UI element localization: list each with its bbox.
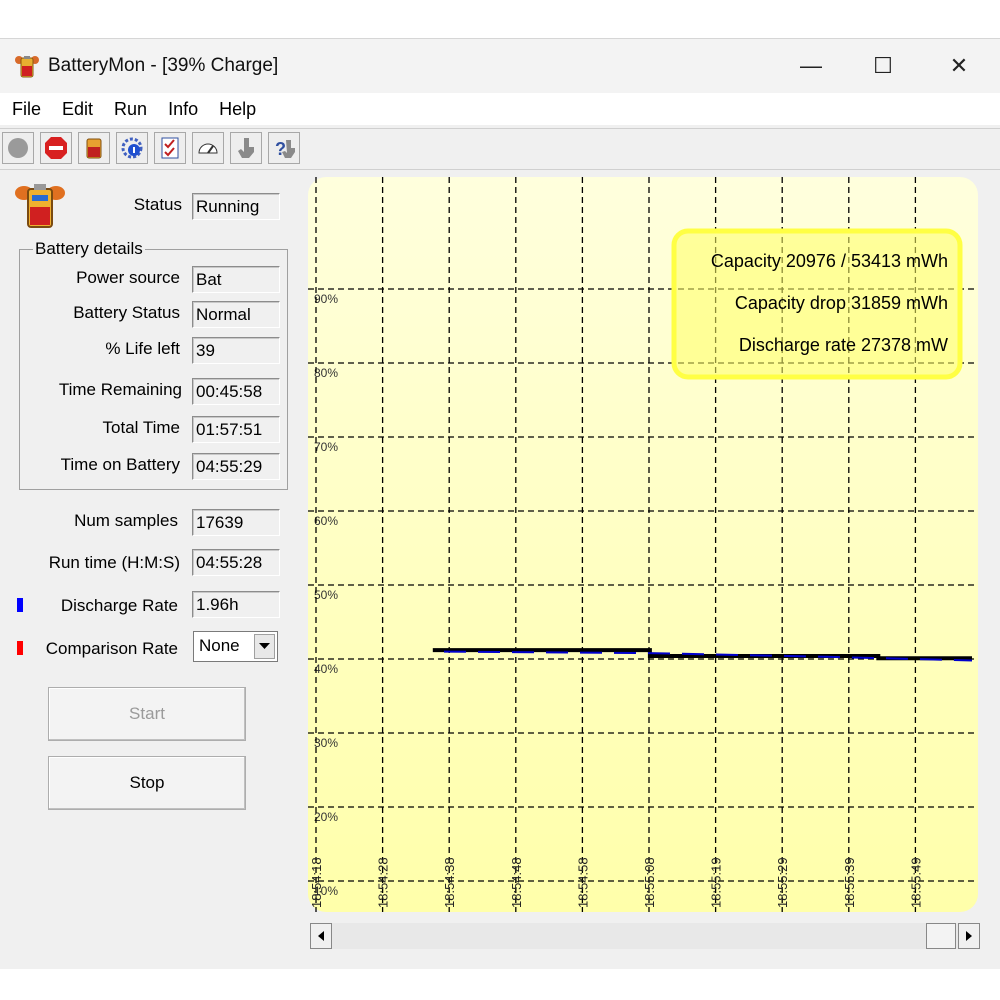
x-tick-label: 18:55:49 xyxy=(908,857,923,908)
discharge-rate-label: Discharge Rate xyxy=(60,596,178,615)
scroll-thumb[interactable] xyxy=(926,923,956,949)
dropdown-arrow-button[interactable] xyxy=(254,634,275,659)
x-tick-label: 18:54:58 xyxy=(575,857,590,908)
life-left-label: % Life left xyxy=(105,339,180,358)
x-tick-label: 18:55:39 xyxy=(842,857,857,908)
x-tick-label: 18:54:28 xyxy=(376,857,391,908)
window-title: BatteryMon - [39% Charge] xyxy=(48,55,279,76)
x-tick-label: 18:55:19 xyxy=(709,857,724,908)
toolbar: ? xyxy=(0,128,1000,170)
life-left-field: 39 xyxy=(192,337,280,364)
y-tick-label: 70% xyxy=(314,440,338,454)
status-field: Running xyxy=(192,193,280,220)
stop-toolbar-button[interactable] xyxy=(40,132,72,164)
stop-button[interactable]: Stop xyxy=(48,756,246,810)
comparison-rate-select[interactable]: None xyxy=(193,631,278,662)
stop-icon xyxy=(45,137,67,159)
arrow-right-icon xyxy=(966,931,972,941)
battery-mascot-icon xyxy=(15,184,65,228)
y-tick-label: 80% xyxy=(314,366,338,380)
x-tick-label: 18:54:48 xyxy=(509,857,524,908)
status-label: Status xyxy=(133,195,182,214)
comparison-rate-label: Comparison Rate xyxy=(45,639,178,658)
y-tick-label: 30% xyxy=(314,736,338,750)
power-source-field: Bat xyxy=(192,266,280,293)
battery-icon xyxy=(86,138,102,159)
x-tick-label: 18:54:18 xyxy=(309,857,324,908)
checklist-icon xyxy=(161,137,179,159)
app-window: BatteryMon - [39% Charge] — ☐ ✕ File Edi… xyxy=(0,38,1000,969)
maximize-button[interactable]: ☐ xyxy=(848,39,918,93)
menu-help[interactable]: Help xyxy=(207,99,265,120)
arrow-left-icon xyxy=(318,931,324,941)
info-box-line: Discharge rate 27378 mW xyxy=(739,335,948,355)
close-button[interactable]: ✕ xyxy=(924,39,994,93)
minimize-button[interactable]: — xyxy=(776,39,846,93)
title-bar[interactable]: BatteryMon - [39% Charge] — ☐ ✕ xyxy=(0,39,1000,93)
time-remaining-label: Time Remaining xyxy=(58,380,182,399)
start-button[interactable]: Start xyxy=(48,687,246,741)
gauge-toolbar-button[interactable] xyxy=(192,132,224,164)
battery-toolbar-button[interactable] xyxy=(78,132,110,164)
info-box-line: Capacity drop 31859 mWh xyxy=(735,293,948,313)
y-tick-label: 50% xyxy=(314,588,338,602)
power-source-label: Power source xyxy=(76,268,180,287)
help-toolbar-button[interactable]: ? xyxy=(268,132,300,164)
menu-run[interactable]: Run xyxy=(102,99,156,120)
pointer-toolbar-button[interactable] xyxy=(230,132,262,164)
total-time-label: Total Time xyxy=(102,418,180,437)
x-tick-label: 18:55:29 xyxy=(775,857,790,908)
menu-bar: File Edit Run Info Help xyxy=(0,93,1000,125)
info-box-line: Capacity 20976 / 53413 mWh xyxy=(711,251,948,271)
menu-file[interactable]: File xyxy=(0,99,50,120)
battery-chart: 90%80%70%60%50%40%30%20%10%18:54:18 18:54… xyxy=(308,177,978,912)
run-time-field: 04:55:28 xyxy=(192,549,280,576)
menu-info[interactable]: Info xyxy=(156,99,207,120)
record-button[interactable] xyxy=(2,132,34,164)
y-tick-label: 60% xyxy=(314,514,338,528)
discharge-rate-field: 1.96h xyxy=(192,591,280,618)
comparison-rate-value: None xyxy=(199,636,240,655)
y-tick-label: 90% xyxy=(314,292,338,306)
settings-toolbar-button[interactable] xyxy=(116,132,148,164)
settings-icon xyxy=(121,137,143,159)
y-tick-label: 20% xyxy=(314,810,338,824)
num-samples-label: Num samples xyxy=(74,511,178,530)
x-tick-label: 18:54:38 xyxy=(442,857,457,908)
chart-scrollbar[interactable] xyxy=(310,923,980,949)
checklist-toolbar-button[interactable] xyxy=(154,132,186,164)
menu-edit[interactable]: Edit xyxy=(50,99,102,120)
battery-status-field: Normal xyxy=(192,301,280,328)
battery-status-label: Battery Status xyxy=(73,303,180,322)
scroll-left-button[interactable] xyxy=(310,923,332,949)
run-time-label: Run time (H:M:S) xyxy=(48,553,180,572)
total-time-field: 01:57:51 xyxy=(192,416,280,443)
time-on-battery-label: Time on Battery xyxy=(60,455,180,474)
num-samples-field: 17639 xyxy=(192,509,280,536)
pointer-icon xyxy=(238,138,254,158)
y-tick-label: 40% xyxy=(314,662,338,676)
help-icon: ? xyxy=(275,139,295,159)
time-on-battery-field: 04:55:29 xyxy=(192,453,280,480)
record-icon xyxy=(8,138,28,158)
battery-details-title: Battery details xyxy=(33,239,145,259)
chevron-down-icon xyxy=(259,643,270,649)
time-remaining-field: 00:45:58 xyxy=(192,378,280,405)
x-tick-label: 18:55:08 xyxy=(642,857,657,908)
gauge-icon xyxy=(198,143,218,154)
battery-app-icon xyxy=(15,56,39,78)
scroll-right-button[interactable] xyxy=(958,923,980,949)
